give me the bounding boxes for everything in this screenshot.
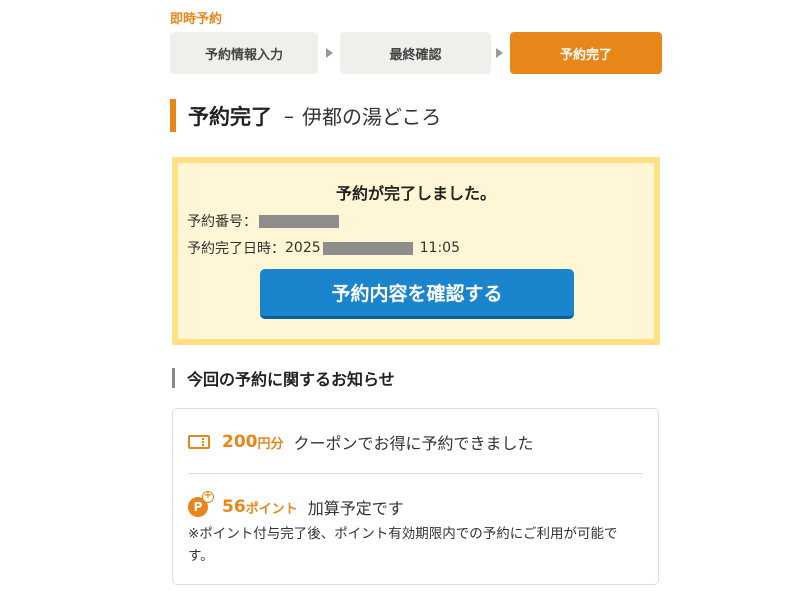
divider <box>188 473 643 474</box>
points-unit: ポイント <box>245 501 298 517</box>
points-amount: 56 <box>222 497 246 517</box>
coupon-text: クーポンでお得に予約できました <box>293 434 534 453</box>
notice-panel: 200 円分 クーポンでお得に予約できました P + 56 ポイント 加算予定です… <box>172 408 659 585</box>
step-final-confirmation: 最終確認 <box>340 32 491 74</box>
point-plus-icon: P + <box>188 491 214 517</box>
section-label: 即時予約 <box>170 12 223 27</box>
points-text: 加算予定です <box>307 499 404 518</box>
facility-name: 伊都の湯どころ <box>302 105 442 129</box>
page-title-main: 予約完了 <box>188 104 272 129</box>
completion-message: 予約が完了しました。 <box>335 184 496 203</box>
step-reservation-input: 予約情報入力 <box>170 32 318 74</box>
view-reservation-button[interactable]: 予約内容を確認する <box>260 269 574 319</box>
completion-panel: 予約が完了しました。 予約番号： 予約完了日時： 2025 11:05 予約内容… <box>172 157 660 345</box>
points-note: ※ポイント付与完了後、ポイント有効期限内での予約にご利用が可能です。 <box>188 526 618 564</box>
completion-datetime-label: 予約完了日時： <box>187 241 285 257</box>
notice-heading: 今回の予約に関するお知らせ <box>172 368 395 389</box>
step-arrow-icon <box>326 48 333 58</box>
step-reservation-complete: 予約完了 <box>510 32 662 74</box>
redacted-date <box>322 241 413 255</box>
page-title-dash: – <box>284 103 294 128</box>
page-title: 予約完了 – 伊都の湯どころ <box>170 99 441 132</box>
completion-time: 11:05 <box>419 240 460 256</box>
step-arrow-icon <box>496 48 503 58</box>
coupon-amount: 200 <box>222 432 258 452</box>
reservation-number-row: 予約番号： <box>187 211 339 231</box>
points-notice: P + 56 ポイント 加算予定です <box>188 491 404 519</box>
coupon-notice: 200 円分 クーポンでお得に予約できました <box>188 430 534 454</box>
reservation-number-label: 予約番号： <box>187 214 257 230</box>
completion-datetime-row: 予約完了日時： 2025 11:05 <box>187 238 460 258</box>
coupon-icon <box>188 435 210 449</box>
progress-steps: 予約情報入力 最終確認 予約完了 <box>170 32 662 74</box>
coupon-unit: 円分 <box>257 436 284 452</box>
redacted-reservation-number <box>259 214 339 228</box>
completion-year: 2025 <box>285 240 321 256</box>
